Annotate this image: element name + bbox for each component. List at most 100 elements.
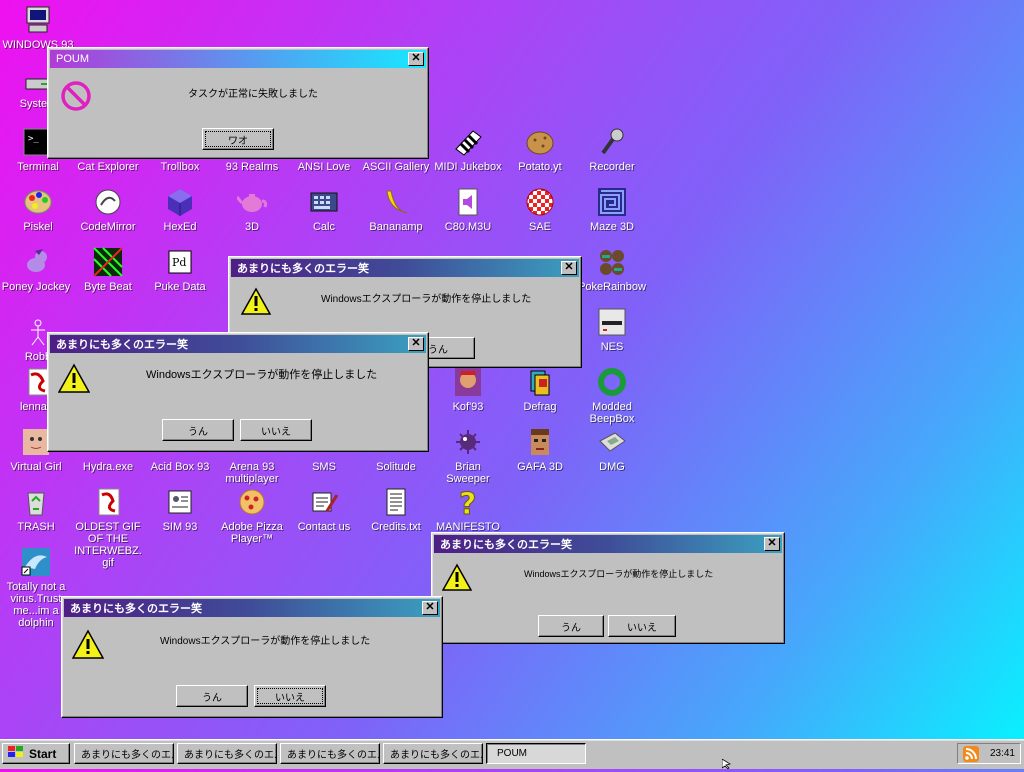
error-dialog-2[interactable]: あまりにも多くのエラー笑 ✕ Windowsエクスプローラが動作を停止しました … — [47, 332, 429, 452]
icon-label: Potato.yt — [518, 161, 562, 173]
desktop-icon-hexed[interactable]: HexEd — [144, 186, 216, 233]
icon-label: SIM 93 — [162, 521, 198, 533]
no-button[interactable]: いいえ — [240, 419, 312, 441]
close-button[interactable]: ✕ — [408, 52, 424, 66]
wow-button[interactable]: ワオ — [202, 128, 274, 150]
desktop-icon-contact[interactable]: Contact us — [288, 486, 360, 533]
desktop-icon-modded-beepbox[interactable]: Modded BeepBox — [576, 366, 648, 425]
desktop-icon-c80m3u[interactable]: C80.M3U — [432, 186, 504, 233]
desktop-icon-puke-data[interactable]: Pd Puke Data — [144, 246, 216, 293]
icon-label: SMS — [312, 461, 336, 473]
icon-label: Trollbox — [160, 161, 200, 173]
desktop-icon-windows93[interactable]: WINDOWS 93 — [2, 4, 74, 51]
desktop-icon-calc[interactable]: Calc — [288, 186, 360, 233]
desktop-icon-dmg[interactable]: DMG — [576, 426, 648, 473]
desktop-icon-brian-sweeper[interactable]: Brian Sweeper — [432, 426, 504, 485]
desktop-icon-recorder[interactable]: Recorder — [576, 126, 648, 173]
error-dialog-4[interactable]: あまりにも多くのエラー笑 ✕ Windowsエクスプローラが動作を停止しました … — [61, 596, 443, 718]
desktop-icon-oldest-gif[interactable]: OLDEST GIF OF THE INTERWEBZ.gif — [72, 486, 144, 569]
no-button[interactable]: いいえ — [608, 615, 676, 637]
desktop-icon-potato[interactable]: Potato.yt — [504, 126, 576, 173]
icon-label: OLDEST GIF OF THE INTERWEBZ.gif — [74, 521, 142, 569]
taskbar-button-error-4[interactable]: あまりにも多くのエ... — [383, 743, 483, 764]
icon-label: MIDI Jukebox — [434, 161, 502, 173]
dialog-titlebar[interactable]: POUM ✕ — [50, 50, 426, 68]
desktop-icon-adobe-pizza[interactable]: Adobe Pizza Player™ — [216, 486, 288, 545]
gameboy-icon — [596, 426, 628, 458]
dialog-title: あまりにも多くのエラー笑 — [237, 263, 369, 275]
icon-label: 3D — [244, 221, 260, 233]
dialog-titlebar[interactable]: あまりにも多くのエラー笑 ✕ — [434, 535, 782, 553]
taskbar-button-poum[interactable]: POUM — [486, 743, 586, 764]
icon-label: Puke Data — [154, 281, 206, 293]
icon-label: Contact us — [297, 521, 351, 533]
svg-text:?: ? — [459, 487, 476, 517]
desktop-icon-codemirror[interactable]: CodeMirror — [72, 186, 144, 233]
icon-label: Maze 3D — [589, 221, 635, 233]
yes-button[interactable]: うん — [162, 419, 234, 441]
microphone-icon — [596, 126, 628, 158]
yes-button[interactable]: うん — [538, 615, 604, 637]
icon-label: ANSI Love — [297, 161, 351, 173]
icon-label: Arena 93 multiplayer — [225, 461, 279, 485]
icon-label: Byte Beat — [84, 281, 132, 293]
desktop-icon-byte-beat[interactable]: Byte Beat — [72, 246, 144, 293]
icon-label: Hydra.exe — [82, 461, 134, 473]
dialog-titlebar[interactable]: あまりにも多くのエラー笑 ✕ — [50, 335, 426, 353]
poum-dialog[interactable]: POUM ✕ タスクが正常に失敗しました ワオ — [47, 47, 429, 159]
icon-label: CodeMirror — [80, 221, 136, 233]
desktop-icon-sae[interactable]: SAE — [504, 186, 576, 233]
icon-label: Cat Explorer — [77, 161, 139, 173]
desktop-icon-maze3d[interactable]: Maze 3D — [576, 186, 648, 233]
desktop-icon-trash[interactable]: TRASH — [0, 486, 72, 533]
desktop-icon-manifesto[interactable]: ? MANIFESTO — [432, 486, 504, 533]
icon-label: DMG — [599, 461, 625, 473]
book-icon — [164, 486, 196, 518]
start-label: Start — [29, 746, 57, 761]
no-button[interactable]: いいえ — [254, 685, 326, 707]
taskbar-button-error-1[interactable]: あまりにも多くのエ... — [74, 743, 174, 764]
hex-cube-icon — [164, 186, 196, 218]
desktop-icon-midi-jukebox[interactable]: MIDI Jukebox — [432, 126, 504, 173]
dialog-titlebar[interactable]: あまりにも多くのエラー笑 ✕ — [64, 599, 440, 617]
dialog-message: Windowsエクスプローラが動作を停止しました — [146, 369, 378, 381]
taskbar-button-error-3[interactable]: あまりにも多くのエ... — [280, 743, 380, 764]
error-dialog-3[interactable]: あまりにも多くのエラー笑 ✕ Windowsエクスプローラが動作を停止しました … — [431, 532, 785, 644]
banana-icon — [380, 186, 412, 218]
teapot-icon — [236, 186, 268, 218]
desktop-icon-gafa3d[interactable]: GAFA 3D — [504, 426, 576, 473]
desktop-icon-credits[interactable]: Credits.txt — [360, 486, 432, 533]
desktop-icon-pokerainbow[interactable]: PokeRainbow — [576, 246, 648, 293]
desktop-icon-nes[interactable]: NES — [576, 306, 648, 353]
desktop-icon-kof93[interactable]: Kof'93 — [432, 366, 504, 413]
desktop-icon-piskel[interactable]: Piskel — [2, 186, 74, 233]
nes-icon — [596, 306, 628, 338]
bytebeat-icon — [92, 246, 124, 278]
start-button[interactable]: Start — [2, 743, 70, 764]
icon-label: HexEd — [163, 221, 197, 233]
icon-label: Credits.txt — [371, 521, 421, 533]
icon-label: C80.M3U — [444, 221, 492, 233]
dialog-titlebar[interactable]: あまりにも多くのエラー笑 ✕ — [231, 259, 579, 277]
close-button[interactable]: ✕ — [561, 261, 577, 275]
svg-text:>_: >_ — [28, 134, 39, 144]
desktop-icon-poney-jockey[interactable]: Poney Jockey — [0, 246, 72, 293]
pd-icon: Pd — [164, 246, 196, 278]
desktop-icon-sim93[interactable]: SIM 93 — [144, 486, 216, 533]
taskbar-button-error-2[interactable]: あまりにも多くのエ... — [177, 743, 277, 764]
taskbar: Start あまりにも多くのエ... あまりにも多くのエ... あまりにも多くの… — [0, 739, 1024, 769]
dialog-title: あまりにも多くのエラー笑 — [70, 603, 202, 615]
desktop-icon-3d[interactable]: 3D — [216, 186, 288, 233]
windows-logo-icon — [7, 745, 25, 762]
close-button[interactable]: ✕ — [408, 337, 424, 351]
rss-icon[interactable] — [963, 745, 979, 762]
icon-label: TRASH — [17, 521, 55, 533]
calculator-icon — [308, 186, 340, 218]
potato-icon — [524, 126, 556, 158]
close-button[interactable]: ✕ — [764, 537, 780, 551]
dialog-title: あまりにも多くのエラー笑 — [56, 339, 188, 351]
close-button[interactable]: ✕ — [422, 601, 438, 615]
yes-button[interactable]: うん — [176, 685, 248, 707]
desktop-icon-defrag[interactable]: Defrag — [504, 366, 576, 413]
desktop-icon-bananamp[interactable]: Bananamp — [360, 186, 432, 233]
